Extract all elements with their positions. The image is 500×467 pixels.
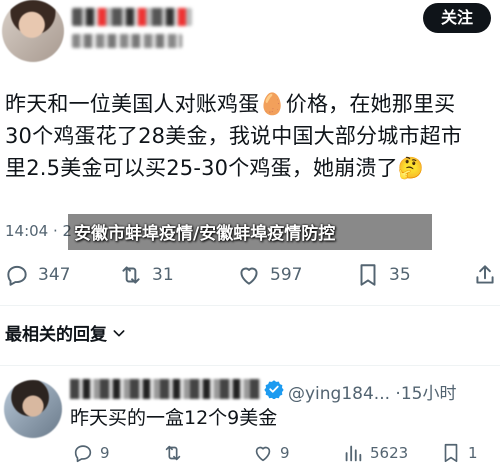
like-count: 597 xyxy=(270,265,303,285)
chevron-down-icon xyxy=(113,329,125,336)
heart-icon xyxy=(255,446,271,462)
bookmark-count: 35 xyxy=(389,265,411,285)
reply-action[interactable]: 347 xyxy=(4,262,70,288)
reply-like-action[interactable]: 9 xyxy=(252,442,290,464)
reply-author-name-blurred[interactable] xyxy=(70,379,260,399)
like-action[interactable]: 597 xyxy=(236,262,302,288)
reply-handle-time: @ying184... ·15小时 xyxy=(288,384,457,404)
author-name-blurred[interactable] xyxy=(72,8,192,26)
replies-sort-dropdown[interactable]: 最相关的回复 xyxy=(5,320,127,345)
reply-bookmark-count: 1 xyxy=(468,444,478,462)
retweet-count: 31 xyxy=(152,265,174,285)
post-timestamp[interactable]: 14:04 · 2 xyxy=(5,222,72,240)
reply-icon xyxy=(74,445,92,463)
replies-section-title: 最相关的回复 xyxy=(5,325,107,345)
bookmark-icon xyxy=(360,264,376,286)
caption-overlay-text: 安徽市蚌埠疫情/安徽蚌埠疫情防控 xyxy=(74,224,336,244)
post-text: 昨天和一位美国人对账鸡蛋🥚价格，在她那里买 30个鸡蛋花了28美金，我说中国大部… xyxy=(5,92,463,180)
reply-views-action[interactable]: 5623 xyxy=(342,442,408,464)
reply-author-avatar[interactable] xyxy=(4,380,62,438)
author-avatar[interactable] xyxy=(2,0,64,62)
reply-action-bar: 9 9 5623 1 xyxy=(0,442,500,466)
reply-count: 347 xyxy=(38,265,71,285)
section-divider xyxy=(0,305,500,306)
reply-bookmark-action[interactable]: 1 xyxy=(440,442,478,464)
reply-text: 昨天买的一盒12个9美金 xyxy=(70,407,278,429)
retweet-action[interactable]: 31 xyxy=(118,262,174,288)
reply-reply-action[interactable]: 9 xyxy=(72,442,110,464)
verified-badge-icon xyxy=(264,380,284,399)
retweet-icon xyxy=(122,266,140,284)
reply-retweet-action[interactable] xyxy=(162,442,190,464)
heart-icon xyxy=(240,267,258,285)
reply-like-count: 9 xyxy=(280,444,290,462)
author-handle-blurred xyxy=(72,34,182,48)
reply-icon xyxy=(7,265,27,286)
follow-button[interactable]: 关注 xyxy=(423,3,491,33)
share-action[interactable] xyxy=(472,262,500,288)
bookmark-icon xyxy=(444,443,458,463)
share-icon xyxy=(476,265,494,284)
reply-views-count: 5623 xyxy=(370,444,409,462)
bookmark-action[interactable]: 35 xyxy=(355,262,411,288)
retweet-icon xyxy=(165,445,181,461)
reply-divider xyxy=(0,365,500,366)
views-chart-icon xyxy=(345,445,362,462)
reply-reply-count: 9 xyxy=(100,444,110,462)
post-action-bar: 347 31 597 35 xyxy=(0,262,500,292)
